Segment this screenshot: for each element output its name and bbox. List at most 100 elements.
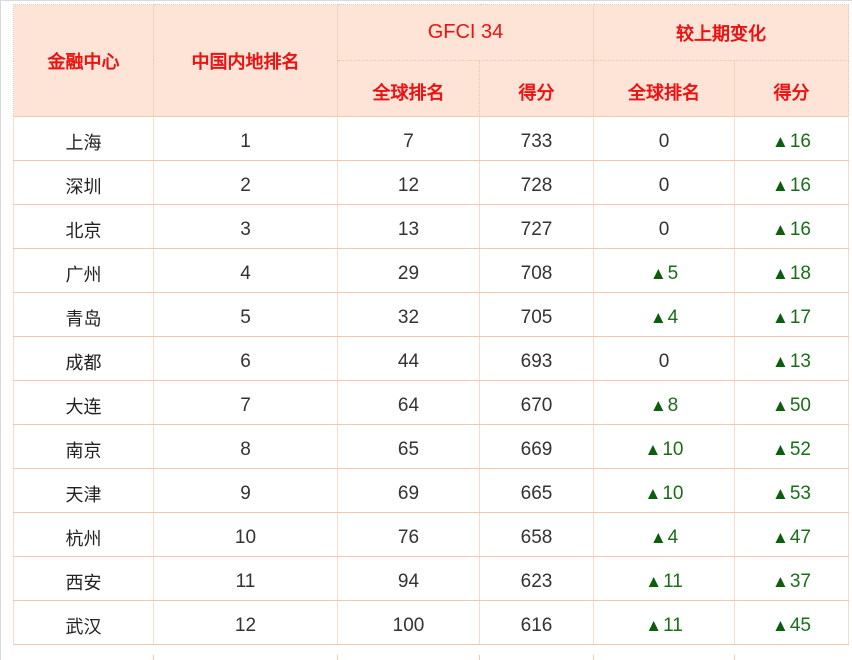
mainland-rank-cell: 10 (153, 512, 338, 557)
table-row: 青岛 5 32 705 ▲4 ▲17 (13, 292, 850, 337)
table-row: 杭州 10 76 658 ▲4 ▲47 (13, 512, 850, 557)
up-triangle-icon: ▲ (649, 307, 667, 327)
score-change-cell: ▲13 (734, 336, 850, 381)
score-cell: 623 (478, 556, 595, 601)
table-row: 成都 6 44 693 0 ▲13 (13, 336, 850, 381)
score-cell: 665 (478, 468, 595, 513)
score-change-cell: ▲16 (734, 204, 850, 249)
up-triangle-icon: ▲ (772, 439, 789, 459)
score-change-cell: ▲37 (734, 556, 850, 601)
rank-change-cell: 0 (593, 160, 736, 205)
city-cell: 杭州 (13, 512, 154, 557)
mainland-rank-cell: 2 (153, 160, 338, 205)
header-change-score: 得分 (734, 60, 850, 117)
divider (337, 655, 338, 660)
global-rank-cell: 100 (337, 600, 480, 645)
up-triangle-icon: ▲ (772, 263, 789, 283)
rank-change-cell: 0 (593, 204, 736, 249)
score-change-cell: ▲53 (734, 468, 850, 513)
table-row: 大连 7 64 670 ▲8 ▲50 (13, 380, 850, 425)
header-change-global-rank: 全球排名 (593, 60, 736, 117)
score-change-cell-value: 16 (789, 174, 811, 196)
global-rank-cell: 44 (337, 336, 480, 381)
divider (153, 655, 154, 660)
score-cell: 728 (478, 160, 595, 205)
score-change-cell-value: 47 (789, 526, 811, 548)
table-header: 金融中心 中国内地排名 GFCI 34 较上期变化 全球排名 得分 全球排名 得… (13, 4, 850, 117)
up-triangle-icon: ▲ (772, 307, 789, 327)
score-cell: 733 (478, 116, 595, 161)
global-rank-cell: 29 (337, 248, 480, 293)
table-row: 广州 4 29 708 ▲5 ▲18 (13, 248, 850, 293)
rank-change-cell: ▲8 (593, 380, 736, 425)
rank-change-cell: ▲11 (593, 556, 736, 601)
up-triangle-icon: ▲ (644, 439, 662, 459)
global-rank-cell: 94 (337, 556, 480, 601)
divider (479, 655, 480, 660)
mainland-rank-cell: 4 (153, 248, 338, 293)
rank-change-cell-value: 0 (658, 130, 670, 152)
score-change-cell: ▲16 (734, 116, 850, 161)
up-triangle-icon: ▲ (772, 615, 789, 635)
score-change-cell-value: 18 (789, 262, 811, 284)
table-row: 武汉 12 100 616 ▲11 ▲45 (13, 600, 850, 645)
rank-change-cell-value: 5 (667, 262, 679, 284)
score-change-cell: ▲16 (734, 160, 850, 205)
city-cell: 天津 (13, 468, 154, 513)
mainland-rank-cell: 3 (153, 204, 338, 249)
up-triangle-icon: ▲ (772, 351, 789, 371)
rank-change-cell: ▲4 (593, 512, 736, 557)
city-cell: 北京 (13, 204, 154, 249)
city-cell: 青岛 (13, 292, 154, 337)
score-cell: 616 (478, 600, 595, 645)
up-triangle-icon: ▲ (772, 395, 789, 415)
gfci-ranking-table: 金融中心 中国内地排名 GFCI 34 较上期变化 全球排名 得分 全球排名 得… (13, 4, 850, 645)
table-row: 深圳 2 12 728 0 ▲16 (13, 160, 850, 205)
rank-change-cell-value: 0 (658, 218, 670, 240)
header-change: 较上期变化 (593, 4, 850, 61)
city-cell: 大连 (13, 380, 154, 425)
rank-change-cell: ▲5 (593, 248, 736, 293)
score-change-cell-value: 53 (789, 482, 811, 504)
header-mainland-rank: 中国内地排名 (153, 4, 338, 117)
table-row: 南京 8 65 669 ▲10 ▲52 (13, 424, 850, 469)
score-change-cell-value: 45 (789, 614, 811, 636)
score-cell: 727 (478, 204, 595, 249)
rank-change-cell-value: 0 (658, 350, 670, 372)
up-triangle-icon: ▲ (772, 175, 789, 195)
divider (734, 655, 735, 660)
up-triangle-icon: ▲ (645, 615, 663, 635)
score-change-cell-value: 50 (789, 394, 811, 416)
up-triangle-icon: ▲ (772, 131, 789, 151)
global-rank-cell: 13 (337, 204, 480, 249)
table-row: 北京 3 13 727 0 ▲16 (13, 204, 850, 249)
up-triangle-icon: ▲ (649, 263, 667, 283)
score-change-cell: ▲52 (734, 424, 850, 469)
score-cell: 693 (478, 336, 595, 381)
header-gfci: GFCI 34 (336, 4, 595, 61)
score-change-cell-value: 52 (789, 438, 811, 460)
rank-change-cell: 0 (593, 336, 736, 381)
table-row: 西安 11 94 623 ▲11 ▲37 (13, 556, 850, 601)
rank-change-cell: ▲10 (593, 424, 736, 469)
up-triangle-icon: ▲ (644, 483, 662, 503)
mainland-rank-cell: 8 (153, 424, 338, 469)
up-triangle-icon: ▲ (645, 571, 663, 591)
score-cell: 669 (478, 424, 595, 469)
global-rank-cell: 32 (337, 292, 480, 337)
header-score: 得分 (478, 60, 595, 117)
up-triangle-icon: ▲ (649, 527, 667, 547)
city-cell: 西安 (13, 556, 154, 601)
rank-change-cell-value: 4 (667, 306, 679, 328)
score-change-cell: ▲50 (734, 380, 850, 425)
city-cell: 成都 (13, 336, 154, 381)
global-rank-cell: 65 (337, 424, 480, 469)
rank-change-cell-value: 10 (662, 438, 684, 460)
rank-change-cell-value: 8 (667, 394, 679, 416)
up-triangle-icon: ▲ (772, 219, 789, 239)
score-change-cell: ▲18 (734, 248, 850, 293)
score-change-cell-value: 13 (789, 350, 811, 372)
header-city: 金融中心 (13, 4, 154, 117)
city-cell: 上海 (13, 116, 154, 161)
mainland-rank-cell: 1 (153, 116, 338, 161)
